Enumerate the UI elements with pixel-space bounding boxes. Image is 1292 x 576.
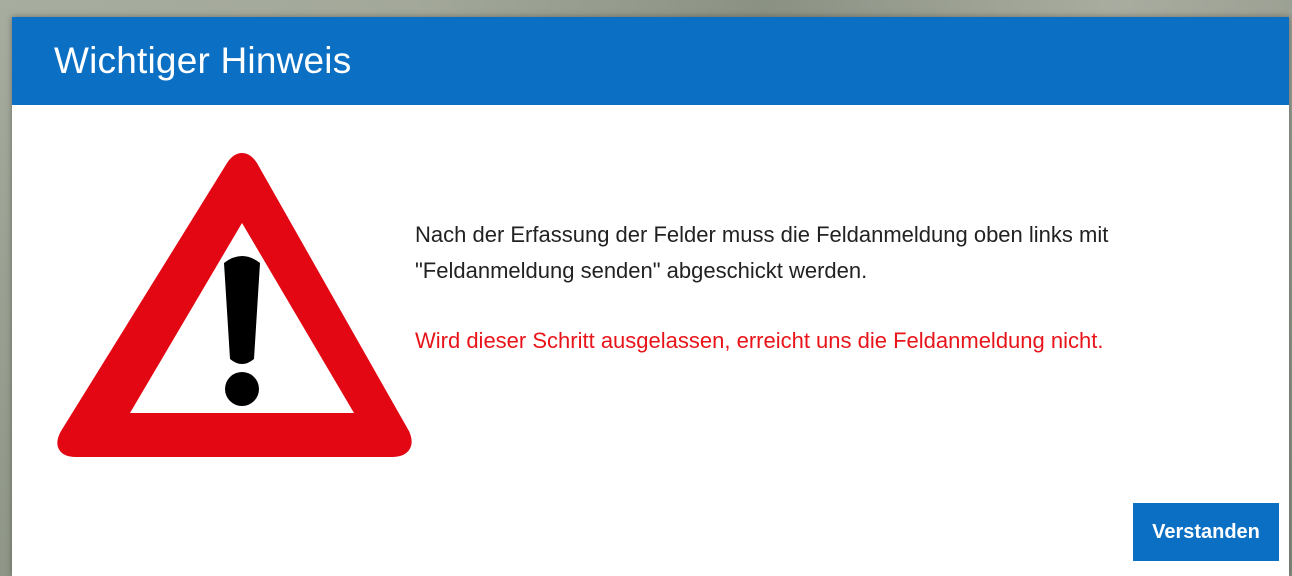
dialog-body: Nach der Erfassung der Felder muss die F… xyxy=(12,105,1289,576)
message-line-2: "Feldanmeldung senden" abgeschickt werde… xyxy=(415,258,868,283)
dialog-title: Wichtiger Hinweis xyxy=(54,40,352,81)
notice-message: Nach der Erfassung der Felder muss die F… xyxy=(415,217,1255,359)
warning-triangle-icon xyxy=(57,153,412,457)
understood-button[interactable]: Verstanden xyxy=(1133,503,1279,561)
important-notice-dialog: Wichtiger Hinweis Nach der Erfassung der… xyxy=(12,17,1289,576)
exclamation-mark-bar xyxy=(224,256,260,364)
dialog-header: Wichtiger Hinweis xyxy=(12,17,1289,105)
exclamation-mark-dot xyxy=(225,372,259,406)
warning-message: Wird dieser Schritt ausgelassen, erreich… xyxy=(415,328,1104,353)
message-line-1: Nach der Erfassung der Felder muss die F… xyxy=(415,222,1109,247)
